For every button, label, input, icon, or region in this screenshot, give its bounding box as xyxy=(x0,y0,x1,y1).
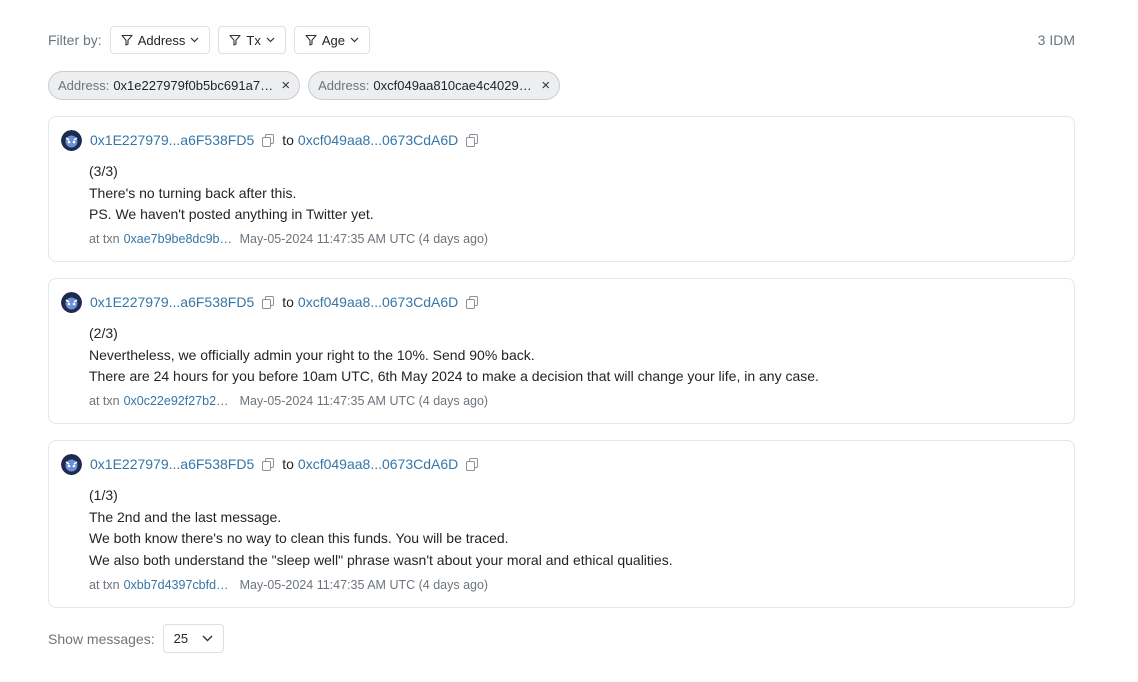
avatar xyxy=(61,129,82,151)
message-card: 0x1E227979...a6F538FD5 to 0xcf049aa8...0… xyxy=(48,440,1075,608)
to-word: to xyxy=(282,132,294,148)
message-line: There's no turning back after this. xyxy=(89,184,297,201)
to-address-link[interactable]: 0xcf049aa8...0673CdA6D xyxy=(298,294,458,310)
page-size-bar: Show messages: 25 xyxy=(48,624,224,653)
message-header: 0x1E227979...a6F538FD5 to 0xcf049aa8...0… xyxy=(61,453,486,475)
txn-label: at txn xyxy=(89,232,120,246)
message-timestamp: May-05-2024 11:47:35 AM UTC (4 days ago) xyxy=(239,394,489,408)
copy-icon[interactable] xyxy=(262,295,275,309)
message-line: Nevertheless, we officially admin your r… xyxy=(89,346,535,363)
copy-icon[interactable] xyxy=(262,133,275,147)
filter-chip: Address: 0x1e227979f0b5bc691a70deb6d7a5f… xyxy=(48,71,301,100)
message-header: 0x1E227979...a6F538FD5 to 0xcf049aa8...0… xyxy=(61,129,486,151)
copy-icon[interactable] xyxy=(466,295,479,309)
message-body: (2/3) Nevertheless, we officially admin … xyxy=(89,323,819,388)
filter-age-label: Age xyxy=(321,32,345,48)
message-card: 0x1E227979...a6F538FD5 to 0xcf049aa8...0… xyxy=(48,278,1075,424)
from-address-link[interactable]: 0x1E227979...a6F538FD5 xyxy=(90,132,254,148)
to-address-link[interactable]: 0xcf049aa8...0673CdA6D xyxy=(298,456,458,472)
message-line: (1/3) xyxy=(89,487,118,503)
message-meta: at txn 0xae7b9be8dc9b5f2a May-05-2024 11… xyxy=(89,232,488,246)
copy-icon[interactable] xyxy=(262,457,275,471)
filter-tx-label: Tx xyxy=(246,32,261,48)
txn-hash-link[interactable]: 0x0c22e92f27b26a1c xyxy=(124,394,234,408)
chevron-down-icon xyxy=(202,635,213,642)
message-line: (2/3) xyxy=(89,325,118,341)
close-icon[interactable]: × xyxy=(541,78,550,93)
chevron-down-icon xyxy=(190,37,199,43)
txn-hash-link[interactable]: 0xbb7d4397cbfd2e81 xyxy=(124,578,234,592)
message-card: 0x1E227979...a6F538FD5 to 0xcf049aa8...0… xyxy=(48,116,1075,262)
to-word: to xyxy=(282,294,294,310)
filter-chip: Address: 0xcf049aa810cae4c40290a0673cda6… xyxy=(308,71,561,100)
avatar xyxy=(61,291,82,313)
message-line: We also both understand the "sleep well"… xyxy=(89,551,673,568)
chevron-down-icon xyxy=(266,37,275,43)
page-size-value: 25 xyxy=(173,631,189,646)
chevron-down-icon xyxy=(350,37,359,43)
filter-icon xyxy=(229,34,241,46)
show-messages-label: Show messages: xyxy=(48,630,155,647)
copy-icon[interactable] xyxy=(466,457,479,471)
chip-key: Address: xyxy=(318,78,370,93)
txn-hash-link[interactable]: 0xae7b9be8dc9b5f2a xyxy=(124,232,234,246)
message-line: There are 24 hours for you before 10am U… xyxy=(89,368,819,384)
chip-value: 0xcf049aa810cae4c40290a0673cda6d xyxy=(373,78,534,93)
filter-age-button[interactable]: Age xyxy=(293,26,370,54)
filter-tx-button[interactable]: Tx xyxy=(218,26,286,54)
page-size-select[interactable]: 25 xyxy=(162,624,224,653)
filter-bar: Filter by: Address Tx Age 3 IDM xyxy=(48,26,1075,54)
message-line: (3/3) xyxy=(89,163,118,179)
avatar xyxy=(61,453,82,475)
message-timestamp: May-05-2024 11:47:35 AM UTC (4 days ago) xyxy=(239,578,489,592)
message-line: PS. We haven't posted anything in Twitte… xyxy=(89,206,374,222)
message-line: The 2nd and the last message. xyxy=(89,508,282,525)
from-address-link[interactable]: 0x1E227979...a6F538FD5 xyxy=(90,456,254,472)
message-timestamp: May-05-2024 11:47:35 AM UTC (4 days ago) xyxy=(239,232,489,246)
message-meta: at txn 0x0c22e92f27b26a1c May-05-2024 11… xyxy=(89,394,488,408)
idm-count: 3 IDM xyxy=(1037,32,1075,48)
filter-address-label: Address xyxy=(137,32,186,48)
to-address-link[interactable]: 0xcf049aa8...0673CdA6D xyxy=(298,132,458,148)
txn-label: at txn xyxy=(89,394,120,408)
message-meta: at txn 0xbb7d4397cbfd2e81 May-05-2024 11… xyxy=(89,578,488,592)
message-line: We both know there's no way to clean thi… xyxy=(89,530,509,546)
filter-icon xyxy=(305,34,317,46)
filter-address-button[interactable]: Address xyxy=(109,26,211,54)
close-icon[interactable]: × xyxy=(281,78,290,93)
copy-icon[interactable] xyxy=(466,133,479,147)
chip-value: 0x1e227979f0b5bc691a70deb6d7a5f0dda8d6f5… xyxy=(113,78,273,93)
message-body: (3/3) There's no turning back after this… xyxy=(89,161,374,226)
chip-key: Address: xyxy=(58,78,110,93)
txn-label: at txn xyxy=(89,578,120,592)
active-filter-chips: Address: 0x1e227979f0b5bc691a70deb6d7a5f… xyxy=(48,71,568,100)
from-address-link[interactable]: 0x1E227979...a6F538FD5 xyxy=(90,294,254,310)
message-header: 0x1E227979...a6F538FD5 to 0xcf049aa8...0… xyxy=(61,291,486,313)
to-word: to xyxy=(282,456,294,472)
filter-icon xyxy=(121,34,133,46)
message-body: (1/3) The 2nd and the last message. We b… xyxy=(89,485,673,571)
filter-label: Filter by: xyxy=(48,32,102,48)
